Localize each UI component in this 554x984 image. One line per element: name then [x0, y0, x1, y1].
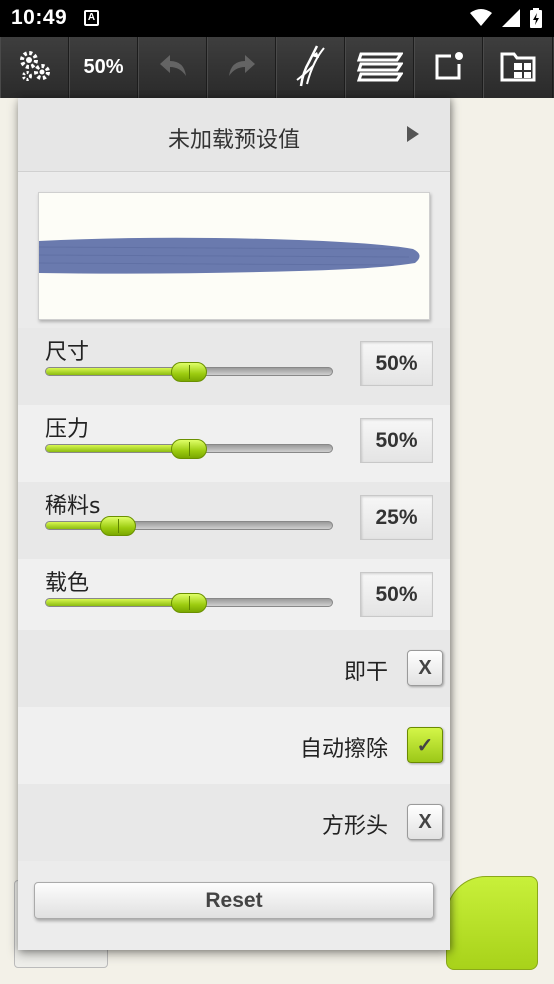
brush-settings-panel: 未加载预设值 尺寸 50% 压力 50% 稀料s 25% 载色 50% 即干 X… — [18, 98, 450, 950]
reset-row: Reset — [18, 861, 450, 950]
square-tip-checkbox[interactable]: X — [407, 804, 443, 840]
brush-preview-area — [18, 173, 450, 328]
reset-button[interactable]: Reset — [34, 882, 434, 919]
auto-clean-checkbox[interactable]: ✓ — [407, 727, 443, 763]
settings-button[interactable] — [0, 37, 69, 98]
slider-label: 载色 — [45, 571, 90, 596]
gears-icon — [18, 49, 52, 87]
size-slider-row: 尺寸 50% — [18, 328, 450, 405]
brush-stroke-preview — [38, 192, 430, 320]
status-bar: 10:49 A — [0, 0, 554, 37]
chevron-right-icon — [407, 126, 419, 142]
size-slider[interactable] — [45, 362, 333, 382]
slider-label: 稀料s — [45, 494, 101, 519]
slider-thumb[interactable] — [171, 593, 207, 613]
redo-button[interactable] — [207, 37, 276, 98]
slider-label: 压力 — [45, 417, 90, 442]
status-icons — [470, 8, 542, 32]
export-icon — [433, 50, 465, 86]
loading-slider[interactable] — [45, 593, 333, 613]
undo-icon — [156, 52, 190, 84]
color-picker-button[interactable] — [446, 876, 538, 970]
pressure-slider[interactable] — [45, 439, 333, 459]
toggle-label: 即干 — [343, 660, 388, 685]
slider-fill — [46, 445, 189, 452]
thinner-slider-row: 稀料s 25% — [18, 482, 450, 559]
zoom-level: 50% — [83, 56, 124, 78]
slider-thumb[interactable] — [99, 516, 136, 536]
brush-icon — [293, 44, 329, 92]
gallery-icon — [500, 50, 536, 86]
undo-button[interactable] — [138, 37, 207, 98]
layers-icon — [356, 50, 404, 86]
dry-toggle-row: 即干 X — [18, 630, 450, 707]
loading-slider-row: 载色 50% — [18, 559, 450, 636]
toggle-label: 方形头 — [321, 814, 388, 839]
slider-thumb[interactable] — [171, 439, 207, 459]
signal-icon — [502, 9, 520, 31]
layers-button[interactable] — [345, 37, 414, 98]
slider-fill — [46, 368, 189, 375]
slider-thumb[interactable] — [171, 362, 207, 382]
zoom-button[interactable]: 50% — [69, 37, 138, 98]
slider-fill — [46, 599, 189, 606]
auto-clean-toggle-row: 自动擦除 ✓ — [18, 707, 450, 784]
gallery-button[interactable] — [483, 37, 553, 98]
preset-label: 未加载预设值 — [167, 128, 300, 153]
brush-button[interactable] — [276, 37, 345, 98]
notification-app-icon: A — [84, 10, 99, 26]
thinner-value[interactable]: 25% — [360, 495, 433, 540]
thinner-slider[interactable] — [45, 516, 333, 536]
size-value[interactable]: 50% — [360, 341, 433, 386]
slider-label: 尺寸 — [45, 340, 90, 365]
export-button[interactable] — [414, 37, 483, 98]
preset-selector[interactable]: 未加载预设值 — [18, 98, 450, 172]
top-toolbar: 50% — [0, 37, 554, 98]
toggle-label: 自动擦除 — [299, 737, 388, 762]
pressure-slider-row: 压力 50% — [18, 405, 450, 482]
redo-icon — [225, 52, 259, 84]
battery-icon — [530, 8, 542, 32]
dry-checkbox[interactable]: X — [407, 650, 443, 686]
square-tip-toggle-row: 方形头 X — [18, 784, 450, 861]
status-time: 10:49 — [11, 6, 68, 29]
wifi-icon — [470, 9, 492, 31]
loading-value[interactable]: 50% — [360, 572, 433, 617]
pressure-value[interactable]: 50% — [360, 418, 433, 463]
